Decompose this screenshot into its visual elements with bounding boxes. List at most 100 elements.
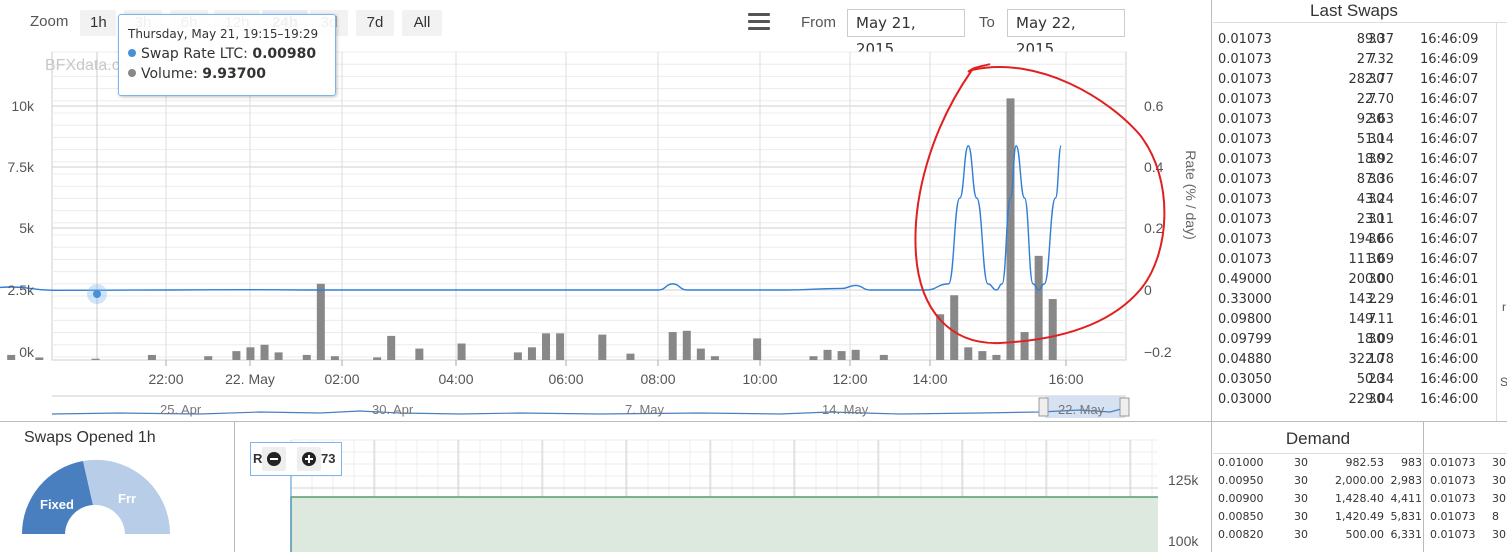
last-swap-cell: 16:46:07 (1420, 232, 1479, 247)
minus-circle-icon (267, 452, 281, 466)
to-date-input[interactable]: May 22, 2015 (1007, 9, 1125, 58)
demand-cell: 4,411 (1390, 492, 1423, 505)
right-axis-title: Rate (% / day) (1183, 150, 1199, 239)
x-tick: 16:00 (1048, 371, 1083, 387)
last-swap-cell: 0.03000 (1218, 392, 1272, 407)
last-swap-cell: 16:46:07 (1420, 172, 1479, 187)
last-swap-cell: 16:46:07 (1420, 132, 1479, 147)
last-swap-cell: 30 (1368, 332, 1385, 347)
volume-bar (330, 356, 339, 360)
last-swap-cell: 0.09799 (1218, 332, 1272, 347)
demand-cell: 1,428.40 (1335, 492, 1384, 505)
demand-cell: 30 (1492, 528, 1506, 541)
demand-cell: 30 (1492, 456, 1506, 469)
last-swap-cell: 0.33000 (1218, 292, 1272, 307)
volume-dot-icon (128, 69, 136, 77)
volume-bar (598, 334, 607, 360)
x-tick: 06:00 (548, 371, 583, 387)
demand-title: Demand (1285, 429, 1351, 448)
y-left-tick: 2.5k (8, 282, 35, 298)
last-swap-cell: 30 (1368, 272, 1385, 287)
from-date-input[interactable]: May 21, 2015 (847, 9, 965, 58)
volume-bar (696, 348, 705, 360)
last-swap-cell: 0.01073 (1218, 52, 1272, 67)
demand-cell: 983 (1401, 456, 1422, 469)
last-swap-cell: 30 (1368, 392, 1385, 407)
depth-zoom-out-button[interactable] (262, 447, 286, 471)
navigator-label: 14. May (822, 402, 869, 417)
volume-bar (204, 356, 213, 360)
last-swap-cell: 20 (1368, 372, 1385, 387)
last-swap-row: 0.03050 50.34 20 16:46:00 (1214, 370, 1484, 390)
zoom-1h-button[interactable]: 1h (80, 10, 116, 36)
last-swap-row: 0.01073 43.24 30 16:46:07 (1214, 190, 1484, 210)
demand-cell: 6,331 (1390, 528, 1423, 541)
depth-zoom-in-button[interactable] (297, 447, 321, 471)
x-tick: 08:00 (640, 371, 675, 387)
demand-cell: 0.00820 (1218, 528, 1264, 541)
y-right-tick: −0.2 (1144, 344, 1172, 360)
depth-chart[interactable]: 125k 100k (236, 422, 1211, 552)
last-swap-row: 0.09799 18.09 30 16:46:01 (1214, 330, 1484, 350)
demand-cell: 30 (1294, 528, 1308, 541)
plus-circle-icon (302, 452, 316, 466)
volume-bar (710, 356, 719, 360)
last-swap-cell: 16:46:09 (1420, 32, 1479, 47)
last-swap-cell: 16:46:01 (1420, 312, 1479, 327)
last-swap-row: 0.01073 282.77 30 16:46:07 (1214, 70, 1484, 90)
last-swap-cell: 0.03050 (1218, 372, 1272, 387)
demand-cell: 2,983 (1390, 474, 1423, 487)
last-swap-cell: 16:46:00 (1420, 352, 1479, 367)
tooltip-rate-label: Swap Rate LTC: (141, 46, 248, 62)
demand-cell: 30 (1294, 456, 1308, 469)
last-swap-cell: 16:46:07 (1420, 72, 1479, 87)
volume-bar (542, 333, 551, 360)
y-right-tick: 0.6 (1144, 98, 1164, 114)
main-chart[interactable]: 10k7.5k5k2.5k0k 0.60.40.20−0.2 22:00 22. … (0, 40, 1210, 420)
last-swap-cell: 16:46:07 (1420, 212, 1479, 227)
volume-bar (753, 338, 762, 360)
depth-area (291, 497, 1158, 552)
volume-bar (415, 348, 424, 360)
navigator-label: 30. Apr (372, 402, 414, 417)
zoom-all-button[interactable]: All (402, 10, 442, 36)
volume-bar (837, 351, 846, 360)
bottom-divider (234, 421, 235, 552)
last-swap-cell: 16:46:07 (1420, 152, 1479, 167)
last-swap-cell: 16:46:01 (1420, 292, 1479, 307)
depth-label-prefix: R (253, 451, 263, 466)
navigator-right-handle[interactable] (1119, 397, 1130, 417)
hover-point-marker (93, 290, 101, 298)
volume-bar (316, 283, 325, 360)
last-swap-cell: 0.04880 (1218, 352, 1272, 367)
depth-y-tick: 125k (1168, 472, 1199, 488)
x-tick: 04:00 (438, 371, 473, 387)
last-swap-row: 0.01073 27.32 7 16:46:09 (1214, 50, 1484, 70)
last-swap-cell: 30 (1368, 172, 1385, 187)
volume-bar (964, 347, 973, 360)
last-swap-cell: 30 (1368, 152, 1385, 167)
navigator[interactable]: 25. Apr 30. Apr 7. May 14. May 22. May (0, 394, 1140, 420)
hamburger-menu-icon[interactable] (748, 13, 770, 31)
last-swap-row: 0.01073 23.11 30 16:46:07 (1214, 210, 1484, 230)
demand-cell: 30 (1294, 510, 1308, 523)
volume-bar (274, 352, 283, 360)
zoom-7d-button[interactable]: 7d (356, 10, 394, 36)
navigator-left-handle[interactable] (1038, 397, 1049, 417)
last-swap-cell: 0.01073 (1218, 192, 1272, 207)
to-label: To (979, 14, 995, 31)
y-left-tick: 0k (19, 344, 35, 360)
rate-dot-icon (128, 49, 136, 57)
volume-bar (1006, 98, 1015, 360)
last-swap-cell: 0.49000 (1218, 272, 1272, 287)
x-tick: 14:00 (912, 371, 947, 387)
demand-cell: 8 (1492, 510, 1499, 523)
navigator-label: 7. May (625, 402, 665, 417)
last-swap-cell: 16:46:01 (1420, 272, 1479, 287)
last-swap-cell: 16:46:07 (1420, 92, 1479, 107)
volume-bar (851, 349, 860, 360)
volume-bar (457, 343, 466, 360)
last-swaps-header-line (1213, 22, 1507, 23)
last-swap-cell: 16:46:00 (1420, 392, 1479, 407)
depth-y-tick: 100k (1168, 533, 1199, 549)
